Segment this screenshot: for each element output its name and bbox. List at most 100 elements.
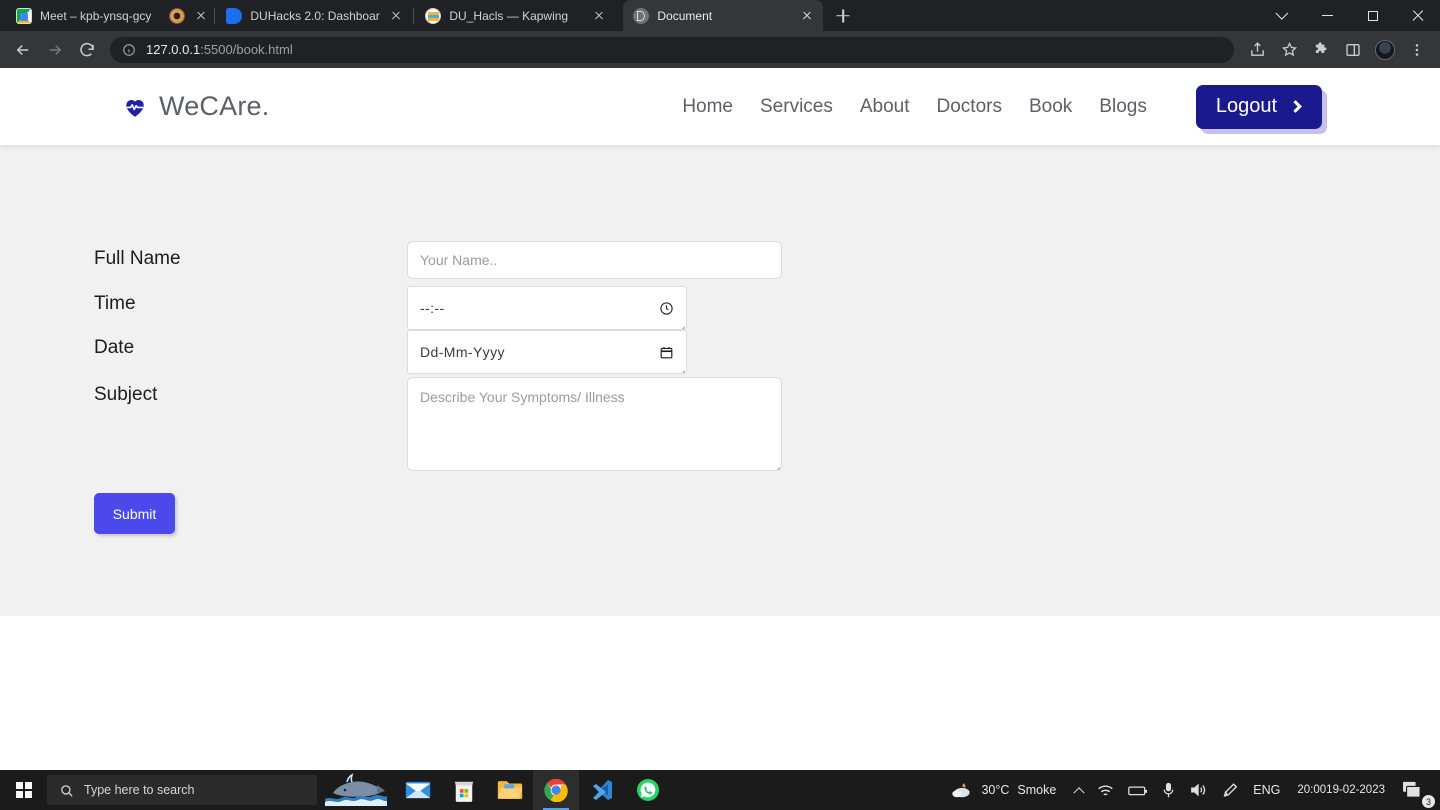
full-name-input[interactable]: Your Name.. bbox=[407, 241, 782, 279]
tab-close-icon[interactable] bbox=[193, 8, 209, 24]
reload-button[interactable] bbox=[72, 35, 102, 65]
chrome-icon[interactable] bbox=[533, 770, 579, 810]
new-tab-button[interactable] bbox=[829, 2, 857, 30]
calendar-icon[interactable] bbox=[659, 345, 674, 360]
brand-logo[interactable]: WeCAre. bbox=[122, 91, 269, 122]
weather-widget[interactable]: 30°C Smoke bbox=[937, 770, 1068, 810]
google-meet-icon bbox=[16, 7, 32, 24]
tab-divider bbox=[413, 7, 415, 24]
battery-icon[interactable] bbox=[1121, 770, 1155, 810]
weather-condition: Smoke bbox=[1017, 783, 1057, 797]
field-time: --:-- bbox=[407, 286, 687, 330]
document-icon bbox=[633, 7, 650, 24]
resize-handle[interactable] bbox=[676, 364, 685, 373]
field-date: Dd-Mm-Yyyy bbox=[407, 330, 687, 374]
date-value: Dd-Mm-Yyyy bbox=[420, 344, 505, 360]
clock-icon[interactable] bbox=[659, 301, 674, 316]
expand-toolbar-button[interactable] bbox=[1260, 0, 1305, 31]
browser-tab-active[interactable]: Document bbox=[623, 0, 824, 31]
wifi-icon[interactable] bbox=[1090, 770, 1121, 810]
site-info-icon bbox=[123, 43, 135, 56]
site-header: WeCAre. Home Services About Doctors Book… bbox=[0, 68, 1440, 145]
tab-divider bbox=[214, 7, 216, 24]
logout-button[interactable]: Logout bbox=[1195, 84, 1322, 129]
url-text: 127.0.0.1:5500/book.html bbox=[146, 42, 293, 57]
windows-taskbar: Type here to search 30°C Smoke ENG 20:00… bbox=[0, 770, 1440, 810]
back-button[interactable] bbox=[8, 35, 38, 65]
chevron-right-icon bbox=[1289, 99, 1302, 113]
resize-handle[interactable] bbox=[771, 461, 780, 470]
notification-count-badge: 3 bbox=[1422, 795, 1435, 808]
language-indicator[interactable]: ENG bbox=[1246, 770, 1287, 810]
windows-logo-icon bbox=[15, 782, 32, 798]
clock-widget[interactable]: 20:00 19-02-2023 bbox=[1287, 770, 1395, 810]
nav-item-about[interactable]: About bbox=[860, 96, 910, 118]
minimize-button[interactable] bbox=[1305, 0, 1350, 31]
whatsapp-icon[interactable] bbox=[625, 770, 671, 810]
taskbar-search-input[interactable]: Type here to search bbox=[47, 775, 317, 805]
vscode-icon[interactable] bbox=[579, 770, 625, 810]
nav-item-blogs[interactable]: Blogs bbox=[1099, 96, 1147, 118]
forward-button[interactable] bbox=[40, 35, 70, 65]
microsoft-store-icon[interactable] bbox=[441, 770, 487, 810]
tab-strip: Meet – kpb-ynsq-gcy DUHacks 2.0: Dashboa… bbox=[0, 0, 1440, 31]
label-date: Date bbox=[94, 337, 135, 358]
form-row-subject: Subject Describe Your Symptoms/ Illness bbox=[94, 377, 1440, 471]
appointment-form: Full Name Your Name.. Time --:-- Date Dd… bbox=[0, 241, 1440, 534]
web-page: WeCAre. Home Services About Doctors Book… bbox=[0, 68, 1440, 770]
nav-item-home[interactable]: Home bbox=[682, 96, 733, 118]
url-host: 127.0.0.1 bbox=[146, 42, 201, 57]
url-path: :5500/book.html bbox=[200, 42, 293, 57]
date-input[interactable]: Dd-Mm-Yyyy bbox=[407, 330, 687, 374]
tab-close-icon[interactable] bbox=[799, 8, 815, 24]
browser-tab[interactable]: DUHacks 2.0: Dashboard | Devfol bbox=[216, 0, 412, 31]
share-icon[interactable] bbox=[1242, 35, 1272, 65]
profile-avatar-icon[interactable] bbox=[1370, 35, 1400, 65]
brand-name: WeCAre. bbox=[159, 91, 270, 121]
resize-handle[interactable] bbox=[676, 320, 685, 329]
tab-close-icon[interactable] bbox=[388, 8, 404, 24]
whale-image bbox=[325, 773, 387, 806]
side-panel-icon[interactable] bbox=[1338, 35, 1368, 65]
extensions-puzzle-icon[interactable] bbox=[1306, 35, 1336, 65]
submit-button[interactable]: Submit bbox=[94, 493, 175, 534]
tab-close-icon[interactable] bbox=[591, 8, 607, 24]
speaker-volume-icon[interactable] bbox=[1182, 770, 1214, 810]
nav-item-services[interactable]: Services bbox=[760, 96, 833, 118]
subject-textarea[interactable]: Describe Your Symptoms/ Illness bbox=[407, 377, 782, 471]
bookmark-star-icon[interactable] bbox=[1274, 35, 1304, 65]
browser-tab[interactable] bbox=[159, 0, 213, 31]
notifications-button[interactable]: 3 bbox=[1395, 770, 1436, 810]
time-input[interactable]: --:-- bbox=[407, 286, 687, 330]
nav-item-book[interactable]: Book bbox=[1029, 96, 1072, 118]
file-explorer-icon[interactable] bbox=[487, 770, 533, 810]
pen-icon[interactable] bbox=[1214, 770, 1246, 810]
mail-icon[interactable] bbox=[395, 770, 441, 810]
tab-title: DUHacks 2.0: Dashboard | Devfol bbox=[250, 8, 380, 23]
close-window-button[interactable] bbox=[1395, 0, 1440, 31]
field-subject: Describe Your Symptoms/ Illness bbox=[407, 377, 782, 471]
browser-tab[interactable]: DU_Hacls — Kapwing bbox=[415, 0, 615, 31]
whale-widget[interactable] bbox=[317, 770, 395, 810]
tab-title: Document bbox=[657, 8, 713, 23]
taskbar-app-icons bbox=[395, 770, 671, 810]
microphone-icon[interactable] bbox=[1155, 770, 1182, 810]
kapwing-icon bbox=[425, 7, 442, 24]
address-bar[interactable]: 127.0.0.1:5500/book.html bbox=[110, 36, 1234, 63]
system-tray: 30°C Smoke ENG 20:00 19-02-2023 3 bbox=[937, 770, 1440, 810]
form-row-date: Date Dd-Mm-Yyyy bbox=[94, 330, 1440, 374]
maximize-button[interactable] bbox=[1350, 0, 1395, 31]
search-icon bbox=[61, 784, 73, 797]
orange-circle-icon bbox=[169, 7, 186, 24]
start-button[interactable] bbox=[0, 770, 47, 810]
nav-item-doctors[interactable]: Doctors bbox=[937, 96, 1002, 118]
search-placeholder: Type here to search bbox=[84, 783, 195, 797]
time-value: --:-- bbox=[420, 300, 445, 316]
show-hidden-icons-button[interactable] bbox=[1068, 770, 1090, 810]
field-full-name: Your Name.. bbox=[407, 241, 782, 279]
three-dot-menu-icon[interactable] bbox=[1402, 35, 1432, 65]
tab-title: DU_Hacls — Kapwing bbox=[449, 8, 569, 23]
window-controls bbox=[1260, 0, 1440, 31]
heartbeat-icon bbox=[126, 99, 144, 117]
browser-tab[interactable]: Meet – kpb-ynsq-gcy bbox=[6, 0, 159, 31]
